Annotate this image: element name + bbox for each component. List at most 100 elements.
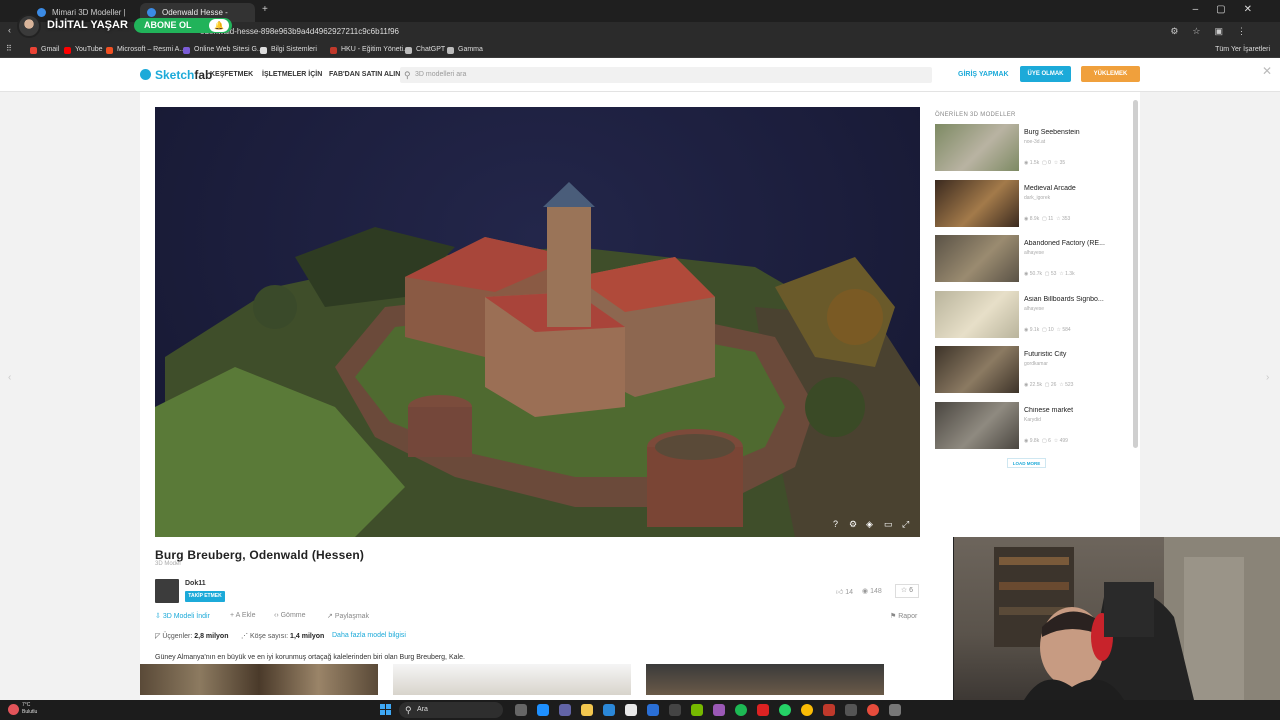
vr-icon[interactable]: ▭: [884, 519, 893, 530]
store-icon[interactable]: [625, 704, 637, 716]
recommended-author[interactable]: alhayese: [1024, 250, 1044, 256]
related-thumb[interactable]: [646, 664, 884, 695]
embed-label: Gömme: [280, 612, 306, 619]
recommended-item[interactable]: Burg Seebenstein noe-3d.at ◉ 1.5k ▢ 0 ☆ 35: [935, 124, 1117, 172]
chrome-icon[interactable]: [801, 704, 813, 716]
recommended-thumb[interactable]: [935, 346, 1019, 393]
settings-icon[interactable]: [889, 704, 901, 716]
recommended-title[interactable]: Burg Seebenstein: [1024, 129, 1116, 136]
fullscreen-icon[interactable]: ⤢: [902, 519, 909, 530]
layers-icon[interactable]: ◈: [866, 519, 873, 530]
related-thumb[interactable]: [140, 664, 378, 695]
app-icon[interactable]: [845, 704, 857, 716]
windows-start-icon[interactable]: [380, 704, 392, 716]
recommended-thumb[interactable]: [935, 235, 1019, 282]
bookmark-web-site[interactable]: Online Web Sitesi G...: [183, 44, 263, 56]
weather-widget[interactable]: 7°C Bulutlu: [22, 702, 37, 716]
login-link[interactable]: GİRİŞ YAPMAK: [958, 71, 1009, 78]
author-name[interactable]: Dok11: [185, 580, 206, 587]
bookmark-hku[interactable]: HKU - Eğitim Yöneti...: [330, 44, 409, 56]
task-view-icon[interactable]: [515, 704, 527, 716]
url-field[interactable]: odenwald-hesse-898e963b9a4d4962927211c9c…: [200, 25, 1140, 39]
recommended-author[interactable]: alhayese: [1024, 306, 1044, 312]
whatsapp-icon[interactable]: [779, 704, 791, 716]
prev-arrow-icon[interactable]: ‹: [8, 372, 11, 383]
recommended-title[interactable]: Abandoned Factory (RE...: [1024, 240, 1116, 247]
next-arrow-icon[interactable]: ›: [1266, 372, 1269, 383]
recommended-thumb[interactable]: [935, 124, 1019, 171]
related-thumb[interactable]: [393, 664, 631, 695]
settings-icon[interactable]: ⚙: [849, 519, 857, 530]
recommended-thumb[interactable]: [935, 290, 1019, 338]
apps-icon[interactable]: ⠿: [6, 44, 12, 53]
recommended-title[interactable]: Futuristic City: [1024, 351, 1116, 358]
recommended-title[interactable]: Medieval Arcade: [1024, 185, 1116, 192]
recommended-author[interactable]: gordkamar: [1024, 361, 1048, 367]
favorite-button[interactable]: ☆ 6: [895, 584, 919, 598]
recommended-item[interactable]: Futuristic City gordkamar ◉ 22.5k ▢ 26 ☆ 5…: [935, 346, 1117, 394]
app-icon[interactable]: [867, 704, 879, 716]
recommended-thumb[interactable]: [935, 401, 1019, 449]
nav-business[interactable]: İŞLETMELER İÇİN: [262, 71, 322, 78]
download-label: 3D Modeli İndir: [162, 613, 210, 620]
view-count-value: 148: [870, 588, 882, 595]
all-bookmarks[interactable]: Tüm Yer İşaretleri: [1215, 44, 1270, 56]
add-link[interactable]: + A Ekle: [230, 612, 256, 619]
bookmark-gamma[interactable]: Gamma: [447, 44, 483, 56]
recommended-author[interactable]: noe-3d.at: [1024, 139, 1045, 145]
subscribe-label: ABONE OL: [144, 20, 192, 30]
app-icon[interactable]: [757, 704, 769, 716]
share-link[interactable]: ↗ Paylaşmak: [327, 612, 369, 620]
recommended-item[interactable]: Chinese market Karydid ◉ 9.8k ▢ 6 ☆ 499: [935, 401, 1117, 450]
load-more-button[interactable]: LOAD MORE: [1007, 458, 1046, 468]
app-icon[interactable]: [823, 704, 835, 716]
recommended-author[interactable]: dark_igorek: [1024, 195, 1050, 201]
bookmark-chatgpt[interactable]: ChatGPT: [405, 44, 445, 56]
signup-button[interactable]: ÜYE OLMAK: [1020, 66, 1071, 82]
bookmark-youtube[interactable]: YouTube: [64, 44, 103, 56]
copilot-icon[interactable]: [537, 704, 549, 716]
upload-button[interactable]: YÜKLEMEK: [1081, 66, 1140, 82]
close-icon[interactable]: ✕: [1262, 64, 1272, 78]
extension-icons[interactable]: ⚙☆▣⋮: [1170, 26, 1260, 37]
embed-link[interactable]: ‹› Gömme: [274, 612, 306, 619]
file-explorer-icon[interactable]: [581, 704, 593, 716]
sketchfab-logo[interactable]: Sketchfab: [140, 68, 212, 82]
bookmark-bilgi[interactable]: Bilgi Sistemleri: [260, 44, 317, 56]
edge-icon[interactable]: [603, 704, 615, 716]
like-count-value: 14: [845, 589, 854, 596]
recommended-item[interactable]: Abandoned Factory (RE... alhayese ◉ 50.7k …: [935, 235, 1117, 283]
recommended-title[interactable]: Asian Billboards Signbo...: [1024, 296, 1116, 303]
recommended-author[interactable]: Karydid: [1024, 417, 1041, 423]
subscribe-button[interactable]: ABONE OL 🔔: [134, 18, 232, 33]
model-viewer[interactable]: [155, 107, 920, 537]
author-avatar[interactable]: [155, 579, 179, 603]
app-icon[interactable]: [713, 704, 725, 716]
report-link[interactable]: ⚑ Rapor: [890, 612, 917, 620]
bookmark-gmail[interactable]: Gmail: [30, 44, 59, 56]
window-controls[interactable]: –▢✕: [1193, 4, 1270, 15]
bell-icon[interactable]: 🔔: [209, 19, 229, 32]
app-icon[interactable]: [647, 704, 659, 716]
back-icon[interactable]: ‹: [8, 25, 11, 35]
more-info-link[interactable]: Daha fazla model bilgisi: [332, 632, 406, 639]
download-link[interactable]: ⇩ 3D Modeli İndir: [155, 612, 210, 620]
recommended-item[interactable]: Asian Billboards Signbo... alhayese ◉ 9.1k…: [935, 290, 1117, 339]
app-icon[interactable]: [669, 704, 681, 716]
taskbar-search[interactable]: Ara: [399, 702, 503, 718]
recommended-thumb[interactable]: [935, 179, 1019, 227]
new-tab-icon[interactable]: +: [262, 4, 268, 15]
nvidia-icon[interactable]: [691, 704, 703, 716]
help-icon[interactable]: ?: [833, 519, 838, 529]
nav-explore[interactable]: KEŞFETMEK: [210, 71, 253, 78]
follow-button[interactable]: TAKİP ETMEK: [185, 591, 225, 602]
spotify-icon[interactable]: [735, 704, 747, 716]
bookmark-microsoft[interactable]: Microsoft – Resmi A...: [106, 44, 185, 56]
recommended-item[interactable]: Medieval Arcade dark_igorek ◉ 8.9k ▢ 11 ☆ …: [935, 179, 1117, 228]
search-input[interactable]: 3D modelleri ara: [400, 67, 932, 83]
recommended-title[interactable]: Chinese market: [1024, 407, 1116, 414]
nav-fab[interactable]: FAB'DAN SATIN ALIN: [329, 71, 400, 78]
scrollbar[interactable]: [1133, 100, 1138, 448]
teams-icon[interactable]: [559, 704, 571, 716]
report-label: Rapor: [898, 613, 918, 620]
